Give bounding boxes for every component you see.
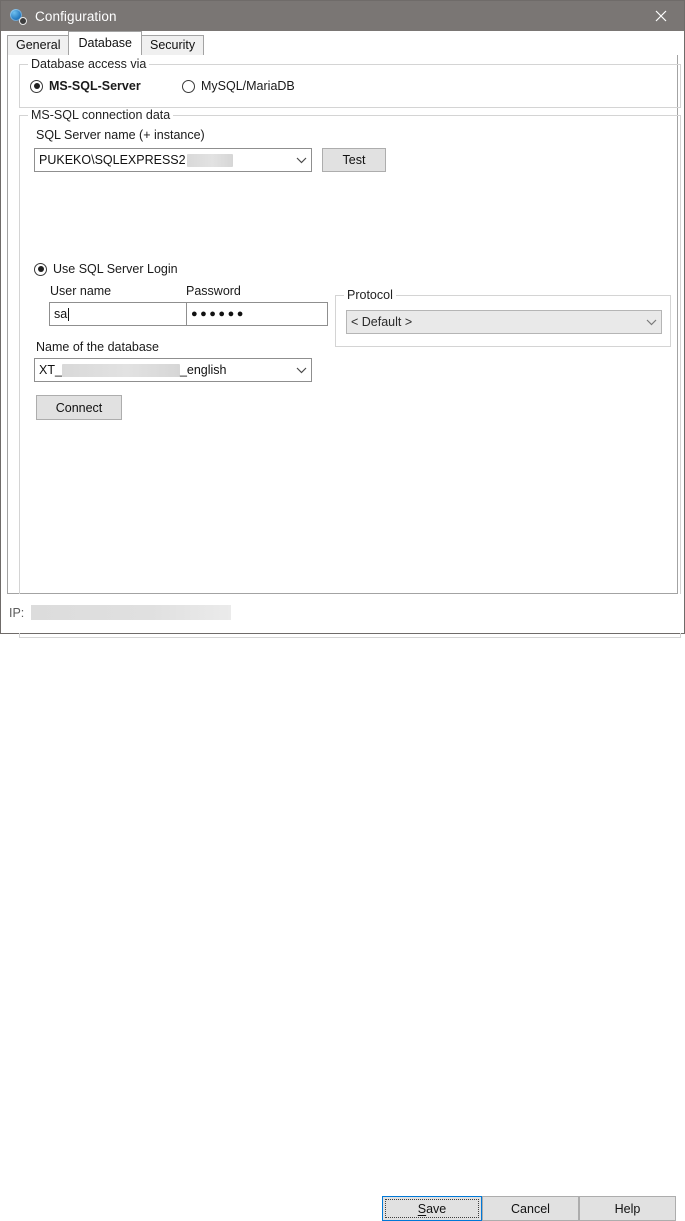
username-label: User name <box>50 284 111 298</box>
help-button[interactable]: Help <box>579 1196 676 1221</box>
tab-strip: General Database Security <box>1 31 684 55</box>
database-name-redaction <box>62 364 180 377</box>
ip-label: IP: <box>9 606 24 620</box>
radio-mysql-mariadb-circle[interactable] <box>182 80 195 93</box>
protocol-combo[interactable]: < Default > <box>346 310 662 334</box>
connect-button[interactable]: Connect <box>36 395 122 420</box>
radio-use-sql-server-login-label: Use SQL Server Login <box>53 262 178 276</box>
save-mnemonic: S <box>418 1202 426 1216</box>
sql-server-name-value-wrap: PUKEKO\SQLEXPRESS2 <box>35 153 233 167</box>
tab-security[interactable]: Security <box>141 35 204 55</box>
password-label: Password <box>186 284 241 298</box>
sql-server-name-value: PUKEKO\SQLEXPRESS2 <box>39 153 186 167</box>
save-button-label: Save <box>418 1202 447 1216</box>
window-title: Configuration <box>35 9 117 24</box>
database-name-value-suffix: _english <box>180 363 227 377</box>
app-globe-gear-icon <box>10 8 26 24</box>
database-access-group: Database access via MS-SQL-Server MySQL/… <box>19 64 681 108</box>
radio-ms-sql-server[interactable]: MS-SQL-Server <box>30 79 141 93</box>
password-value: ●●●●●● <box>191 309 246 320</box>
test-button[interactable]: Test <box>322 148 386 172</box>
connect-button-label: Connect <box>56 401 103 415</box>
close-icon[interactable] <box>638 1 684 31</box>
save-button[interactable]: Save <box>382 1196 482 1221</box>
sql-server-name-label: SQL Server name (+ instance) <box>36 128 205 142</box>
username-input[interactable]: sa <box>49 302 191 326</box>
username-value-wrap: sa <box>50 307 69 321</box>
protocol-value: < Default > <box>347 315 412 329</box>
radio-ms-sql-server-label: MS-SQL-Server <box>49 79 141 93</box>
protocol-chevron-down-icon[interactable] <box>641 319 661 326</box>
username-value: sa <box>54 307 67 321</box>
tab-database[interactable]: Database <box>68 31 142 55</box>
test-button-label: Test <box>343 153 366 167</box>
tab-general[interactable]: General <box>7 35 69 55</box>
configuration-window: Configuration General Database Security … <box>0 0 685 634</box>
save-rest: ave <box>426 1202 446 1216</box>
protocol-group-legend: Protocol <box>344 288 396 302</box>
cancel-button-label: Cancel <box>511 1202 550 1216</box>
sql-server-name-combo[interactable]: PUKEKO\SQLEXPRESS2 <box>34 148 312 172</box>
help-button-label: Help <box>615 1202 641 1216</box>
ms-sql-connection-group-legend: MS-SQL connection data <box>28 108 173 122</box>
chevron-down-icon[interactable] <box>291 157 311 164</box>
password-value-wrap: ●●●●●● <box>187 309 246 320</box>
radio-ms-sql-server-circle[interactable] <box>30 80 43 93</box>
database-access-group-legend: Database access via <box>28 57 149 71</box>
password-input[interactable]: ●●●●●● <box>186 302 328 326</box>
radio-mysql-mariadb-label: MySQL/MariaDB <box>201 79 295 93</box>
sql-server-name-redaction <box>187 154 233 167</box>
ms-sql-connection-group: MS-SQL connection data SQL Server name (… <box>19 115 681 638</box>
protocol-group: Protocol < Default > <box>335 295 671 347</box>
database-name-combo[interactable]: XT_ _english <box>34 358 312 382</box>
title-bar: Configuration <box>1 1 684 31</box>
radio-use-sql-server-login-circle[interactable] <box>34 263 47 276</box>
database-name-value-wrap: XT_ _english <box>35 363 227 377</box>
database-name-label: Name of the database <box>36 340 159 354</box>
database-name-value-prefix: XT_ <box>39 363 62 377</box>
ip-value-redaction <box>31 605 231 620</box>
footer-bar: IP: Save Cancel Help <box>1 594 684 633</box>
database-chevron-down-icon[interactable] <box>291 367 311 374</box>
radio-use-sql-server-login[interactable]: Use SQL Server Login <box>34 262 178 276</box>
cancel-button[interactable]: Cancel <box>482 1196 579 1221</box>
radio-mysql-mariadb[interactable]: MySQL/MariaDB <box>182 79 295 93</box>
database-tab-panel: Database access via MS-SQL-Server MySQL/… <box>7 55 678 594</box>
